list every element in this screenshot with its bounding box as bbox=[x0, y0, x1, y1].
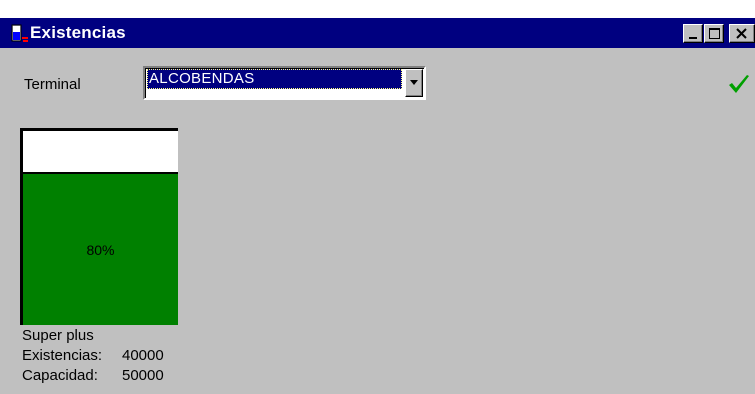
close-button[interactable] bbox=[729, 24, 755, 43]
maximize-button[interactable] bbox=[704, 24, 724, 43]
chevron-down-icon bbox=[410, 80, 418, 85]
terminal-select[interactable]: ALCOBENDAS bbox=[143, 66, 426, 100]
checkmark-icon[interactable] bbox=[727, 72, 751, 96]
existencias-window: Existencias Terminal ALCOBENDAS 80% Supe… bbox=[0, 18, 755, 394]
terminal-label: Terminal bbox=[24, 76, 81, 93]
window-title: Existencias bbox=[30, 23, 126, 42]
terminal-selected-value[interactable]: ALCOBENDAS bbox=[147, 69, 402, 89]
stock-label: Existencias: bbox=[22, 347, 103, 364]
minimize-icon bbox=[689, 37, 697, 39]
title-bar[interactable]: Existencias bbox=[0, 18, 755, 48]
product-name: Super plus bbox=[22, 327, 94, 344]
capacity-row: Capacidad: 50000 bbox=[22, 366, 164, 386]
terminal-dropdown-button[interactable] bbox=[405, 69, 423, 97]
tank-percent-label: 80% bbox=[86, 242, 115, 258]
capacity-label: Capacidad: bbox=[22, 367, 98, 384]
stock-value: 40000 bbox=[122, 347, 164, 364]
app-icon bbox=[11, 24, 28, 42]
tank-fill-level: 80% bbox=[23, 172, 178, 325]
capacity-value: 50000 bbox=[122, 367, 164, 384]
maximize-icon bbox=[709, 28, 720, 39]
tank-gauge: 80% bbox=[20, 128, 178, 325]
close-icon bbox=[736, 28, 747, 39]
stock-row: Existencias: 40000 bbox=[22, 346, 164, 366]
minimize-button[interactable] bbox=[683, 24, 703, 43]
